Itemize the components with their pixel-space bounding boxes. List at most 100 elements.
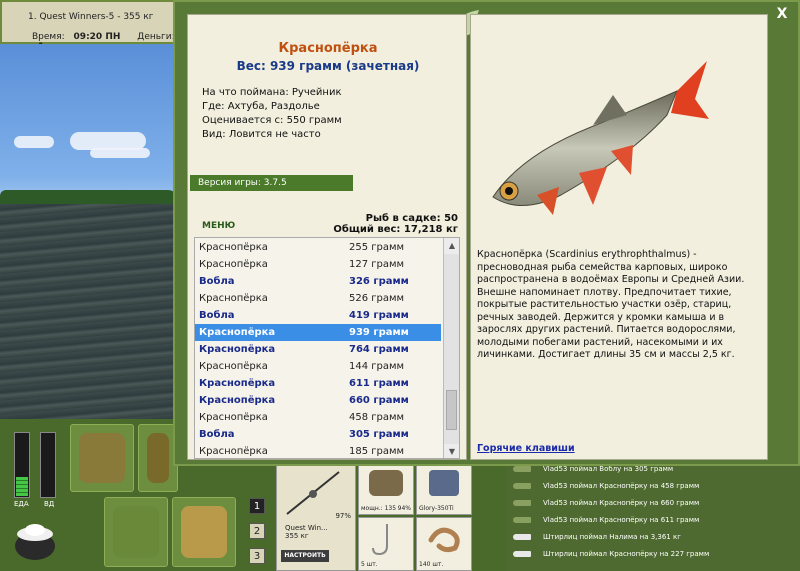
bait-info: На что поймана: Ручейник: [202, 87, 342, 98]
tackle-panel[interactable]: 97% Quest Win... 355 кг НАСТРОИТЬ: [276, 463, 356, 571]
catch-row[interactable]: Краснопёрка 660 грамм: [195, 392, 441, 409]
catch-row[interactable]: Вобла 305 грамм: [195, 426, 441, 443]
reel-power: мощн.: 135: [361, 505, 397, 512]
rod-condition: 97%: [335, 512, 351, 520]
roach-icon: [513, 483, 531, 489]
catch-fish-name: Краснопёрка: [199, 378, 276, 389]
catch-fish-name: Краснопёрка: [199, 395, 276, 406]
bag-icon: [147, 433, 169, 483]
log-text: Vlad53 поймал Краснопёрку на 458 грамм: [543, 482, 700, 490]
slot-basket[interactable]: [104, 497, 168, 567]
location-info: Где: Ахтуба, Раздолье: [202, 101, 320, 112]
catch-fish-weight: 611 грамм: [349, 378, 409, 389]
fish-description: Краснопёрка (Scardinius erythrophthalmus…: [477, 249, 745, 360]
rudd-fish-image: [492, 61, 709, 215]
rod-name: Quest Win... 355 кг: [285, 524, 328, 540]
catch-fish-weight: 144 грамм: [349, 361, 405, 372]
catch-fish-weight: 127 грамм: [349, 259, 405, 270]
hotkeys-link[interactable]: Горячие клавиши: [477, 443, 575, 454]
catch-fish-weight: 185 грамм: [349, 446, 405, 457]
catch-fish-name: Вобла: [199, 276, 235, 287]
catch-row[interactable]: Краснопёрка 939 грамм: [195, 324, 441, 341]
log-text: Vlad53 поймал Воблу на 305 грамм: [543, 465, 674, 473]
catch-fish-weight: 939 грамм: [349, 327, 409, 338]
shore-trees: [0, 190, 178, 204]
scroll-thumb[interactable]: [446, 390, 457, 430]
food-gauge: [14, 432, 30, 498]
log-row: Vlad53 поймал Краснопёрку на 458 грамм: [513, 478, 800, 494]
reel-condition: 94%: [397, 505, 411, 512]
rod-weight-text: 355 кг: [285, 532, 309, 540]
close-button[interactable]: X: [774, 6, 790, 22]
catch-list-scrollbar[interactable]: ▲ ▼: [443, 238, 459, 458]
catch-row[interactable]: Краснопёрка 764 грамм: [195, 341, 441, 358]
scroll-down-icon[interactable]: ▼: [444, 444, 459, 458]
catch-log: Vlad53 поймал Воблу на 305 грамм Vlad53 п…: [507, 459, 800, 571]
cloud: [90, 148, 150, 158]
catch-fish-weight: 326 грамм: [349, 276, 409, 287]
catch-fish-name: Вобла: [199, 429, 235, 440]
game-version: Версия игры: 3.7.5: [190, 175, 353, 191]
cauldron-icon[interactable]: [10, 512, 60, 562]
catch-row[interactable]: Краснопёрка 185 грамм: [195, 443, 441, 458]
slot-page-3-button[interactable]: 3: [249, 548, 265, 564]
line-slot[interactable]: Glory-350Ti: [416, 463, 472, 515]
log-row: Vlad53 поймал Краснопёрку на 660 грамм: [513, 495, 800, 511]
food-gauge-label: ЕДА: [14, 500, 29, 508]
drink-gauge: [40, 432, 56, 498]
slot-bag[interactable]: [138, 424, 178, 492]
catch-fish-name: Краснопёрка: [199, 242, 268, 253]
slot-bucket[interactable]: [172, 497, 236, 567]
catch-row[interactable]: Вобла 419 грамм: [195, 307, 441, 324]
catch-fish-name: Краснопёрка: [199, 446, 268, 457]
line-spool-icon: [429, 470, 459, 496]
hook-slot[interactable]: 5 шт.: [358, 517, 414, 571]
hook-count: 5 шт.: [361, 561, 378, 568]
catch-row[interactable]: Краснопёрка 611 грамм: [195, 375, 441, 392]
water-surface[interactable]: [0, 204, 178, 419]
catch-row[interactable]: Вобла 326 грамм: [195, 273, 441, 290]
catch-fish-name: Краснопёрка: [199, 344, 276, 355]
slot-page-1-button[interactable]: 1: [249, 498, 265, 514]
slot-backpack[interactable]: [70, 424, 134, 492]
log-text: Штирлиц поймал Краснопёрку на 227 грамм: [543, 550, 710, 558]
time-label: Время:: [32, 32, 65, 42]
menu-button[interactable]: МЕНЮ: [202, 221, 235, 231]
catch-fish-name: Краснопёрка: [199, 412, 268, 423]
bait-slot[interactable]: 140 шт.: [416, 517, 472, 571]
lake-scene[interactable]: [0, 44, 178, 419]
log-row: Vlad53 поймал Краснопёрку на 611 грамм: [513, 512, 800, 528]
slot-page-2-button[interactable]: 2: [249, 523, 265, 539]
status-bar: 1. Quest Winners-5 - 355 кг Время: 09:20…: [0, 0, 178, 52]
fish-weight: Вес: 939 грамм (зачетная): [236, 59, 420, 73]
catch-fish-weight: 660 грамм: [349, 395, 409, 406]
hook-icon: [372, 524, 388, 556]
catch-list[interactable]: Краснопёрка 255 грамм Краснопёрка 127 грамм…: [194, 237, 460, 459]
catch-info-pane: Краснопёрка Вес: 939 грамм (зачетная) На…: [187, 14, 467, 460]
reel-slot[interactable]: мощн.: 135 94%: [358, 463, 414, 515]
roach-icon: [513, 517, 531, 523]
basket-icon: [113, 506, 159, 558]
keepnet-count: Рыб в садке: 50: [365, 213, 458, 224]
configure-button[interactable]: НАСТРОИТЬ: [281, 550, 329, 562]
catch-fish-weight: 419 грамм: [349, 310, 409, 321]
catch-row[interactable]: Краснопёрка 526 грамм: [195, 290, 441, 307]
catch-fish-weight: 255 грамм: [349, 242, 405, 253]
rod-name-text: Quest Win...: [285, 524, 328, 532]
log-text: Штирлиц поймал Налима на 3,361 кг: [543, 533, 681, 541]
reel-icon: [369, 470, 403, 496]
scroll-up-icon[interactable]: ▲: [444, 238, 459, 254]
log-text: Vlad53 поймал Краснопёрку на 611 грамм: [543, 516, 700, 524]
bait-count: 140 шт.: [419, 561, 444, 568]
log-row: Штирлиц поймал Краснопёрку на 227 грамм: [513, 546, 800, 562]
catch-row[interactable]: Краснопёрка 127 грамм: [195, 256, 441, 273]
roach-icon: [513, 500, 531, 506]
log-row: Штирлиц поймал Налима на 3,361 кг: [513, 529, 800, 545]
catch-fish-weight: 305 грамм: [349, 429, 409, 440]
food-gauge-fill: [16, 476, 28, 496]
catch-row[interactable]: Краснопёрка 144 грамм: [195, 358, 441, 375]
catch-fish-weight: 458 грамм: [349, 412, 405, 423]
drink-gauge-label: ВД: [44, 500, 55, 508]
catch-row[interactable]: Краснопёрка 458 грамм: [195, 409, 441, 426]
catch-row[interactable]: Краснопёрка 255 грамм: [195, 239, 441, 256]
